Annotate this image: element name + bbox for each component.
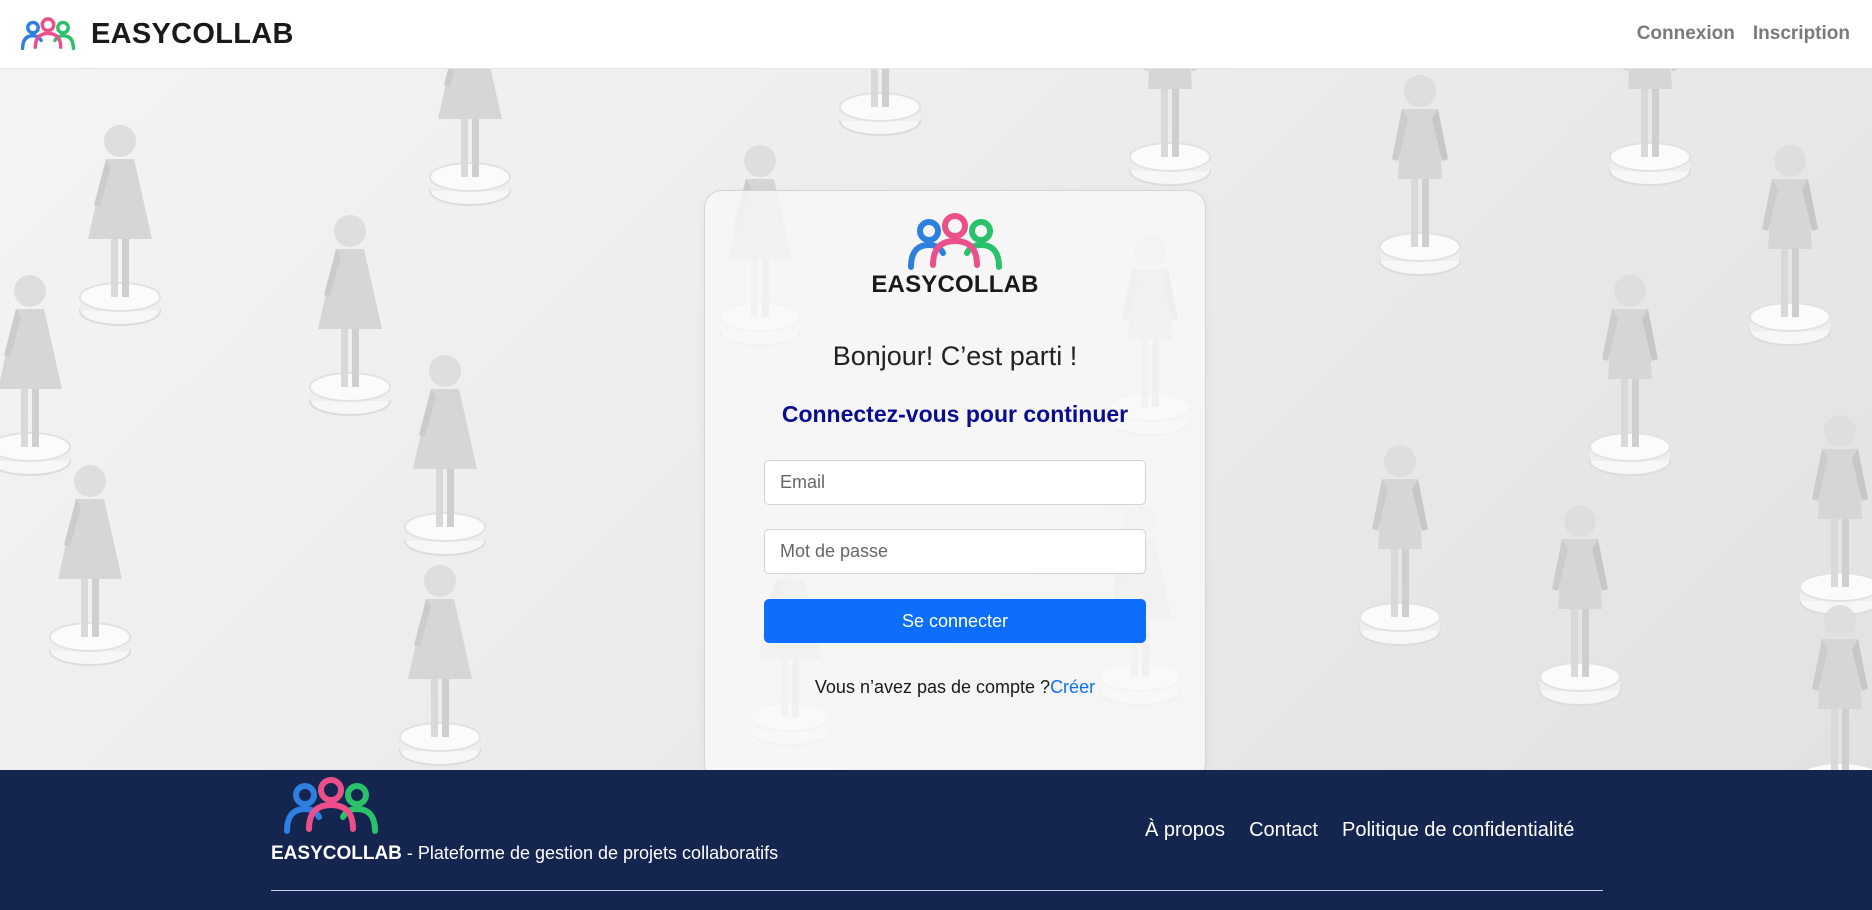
email-input[interactable]: [764, 460, 1146, 505]
footer-link-about[interactable]: À propos: [1145, 819, 1225, 842]
signup-prompt-text: Vous n’avez pas de compte ?: [814, 677, 1051, 697]
footer-link-contact[interactable]: Contact: [1249, 819, 1318, 842]
footer-tagline: EASYCOLLAB - Plateforme de gestion de pr…: [271, 843, 778, 865]
footer-link-privacy[interactable]: Politique de confidentialité: [1342, 819, 1574, 842]
nav-login-link[interactable]: Connexion: [1637, 23, 1735, 45]
login-card: EASYCOLLAB Bonjour! C’est parti ! Connec…: [704, 190, 1206, 770]
header-nav: Connexion Inscription: [1637, 23, 1850, 45]
brand-name: EASYCOLLAB: [91, 17, 294, 50]
card-brand-name: EASYCOLLAB: [871, 271, 1039, 298]
footer-links: À propos Contact Politique de confidenti…: [1145, 819, 1574, 842]
footer: EASYCOLLAB - Plateforme de gestion de pr…: [0, 770, 1872, 910]
signup-prompt: Vous n’avez pas de compte ?Créer: [705, 677, 1205, 698]
footer-brand-name: EASYCOLLAB: [271, 843, 402, 864]
hero-background: EASYCOLLAB Bonjour! C’est parti ! Connec…: [0, 69, 1872, 770]
greeting-title: Bonjour! C’est parti !: [832, 341, 1078, 371]
create-account-link[interactable]: Créer: [1050, 677, 1095, 697]
nav-signup-link[interactable]: Inscription: [1753, 23, 1850, 45]
logo-icon: [908, 213, 1002, 270]
login-button[interactable]: Se connecter: [764, 599, 1146, 643]
logo-icon: [20, 17, 76, 51]
password-input[interactable]: [764, 529, 1146, 574]
login-subtitle: Connectez-vous pour continuer: [781, 401, 1129, 427]
footer-tagline-text: - Plateforme de gestion de projets colla…: [401, 843, 779, 863]
logo-icon: [284, 777, 378, 834]
footer-divider: [271, 890, 1603, 891]
brand[interactable]: EASYCOLLAB: [18, 16, 294, 52]
footer-logo: [279, 777, 383, 840]
card-logo: EASYCOLLAB: [705, 213, 1205, 299]
top-navbar: EASYCOLLAB Connexion Inscription: [0, 0, 1872, 69]
